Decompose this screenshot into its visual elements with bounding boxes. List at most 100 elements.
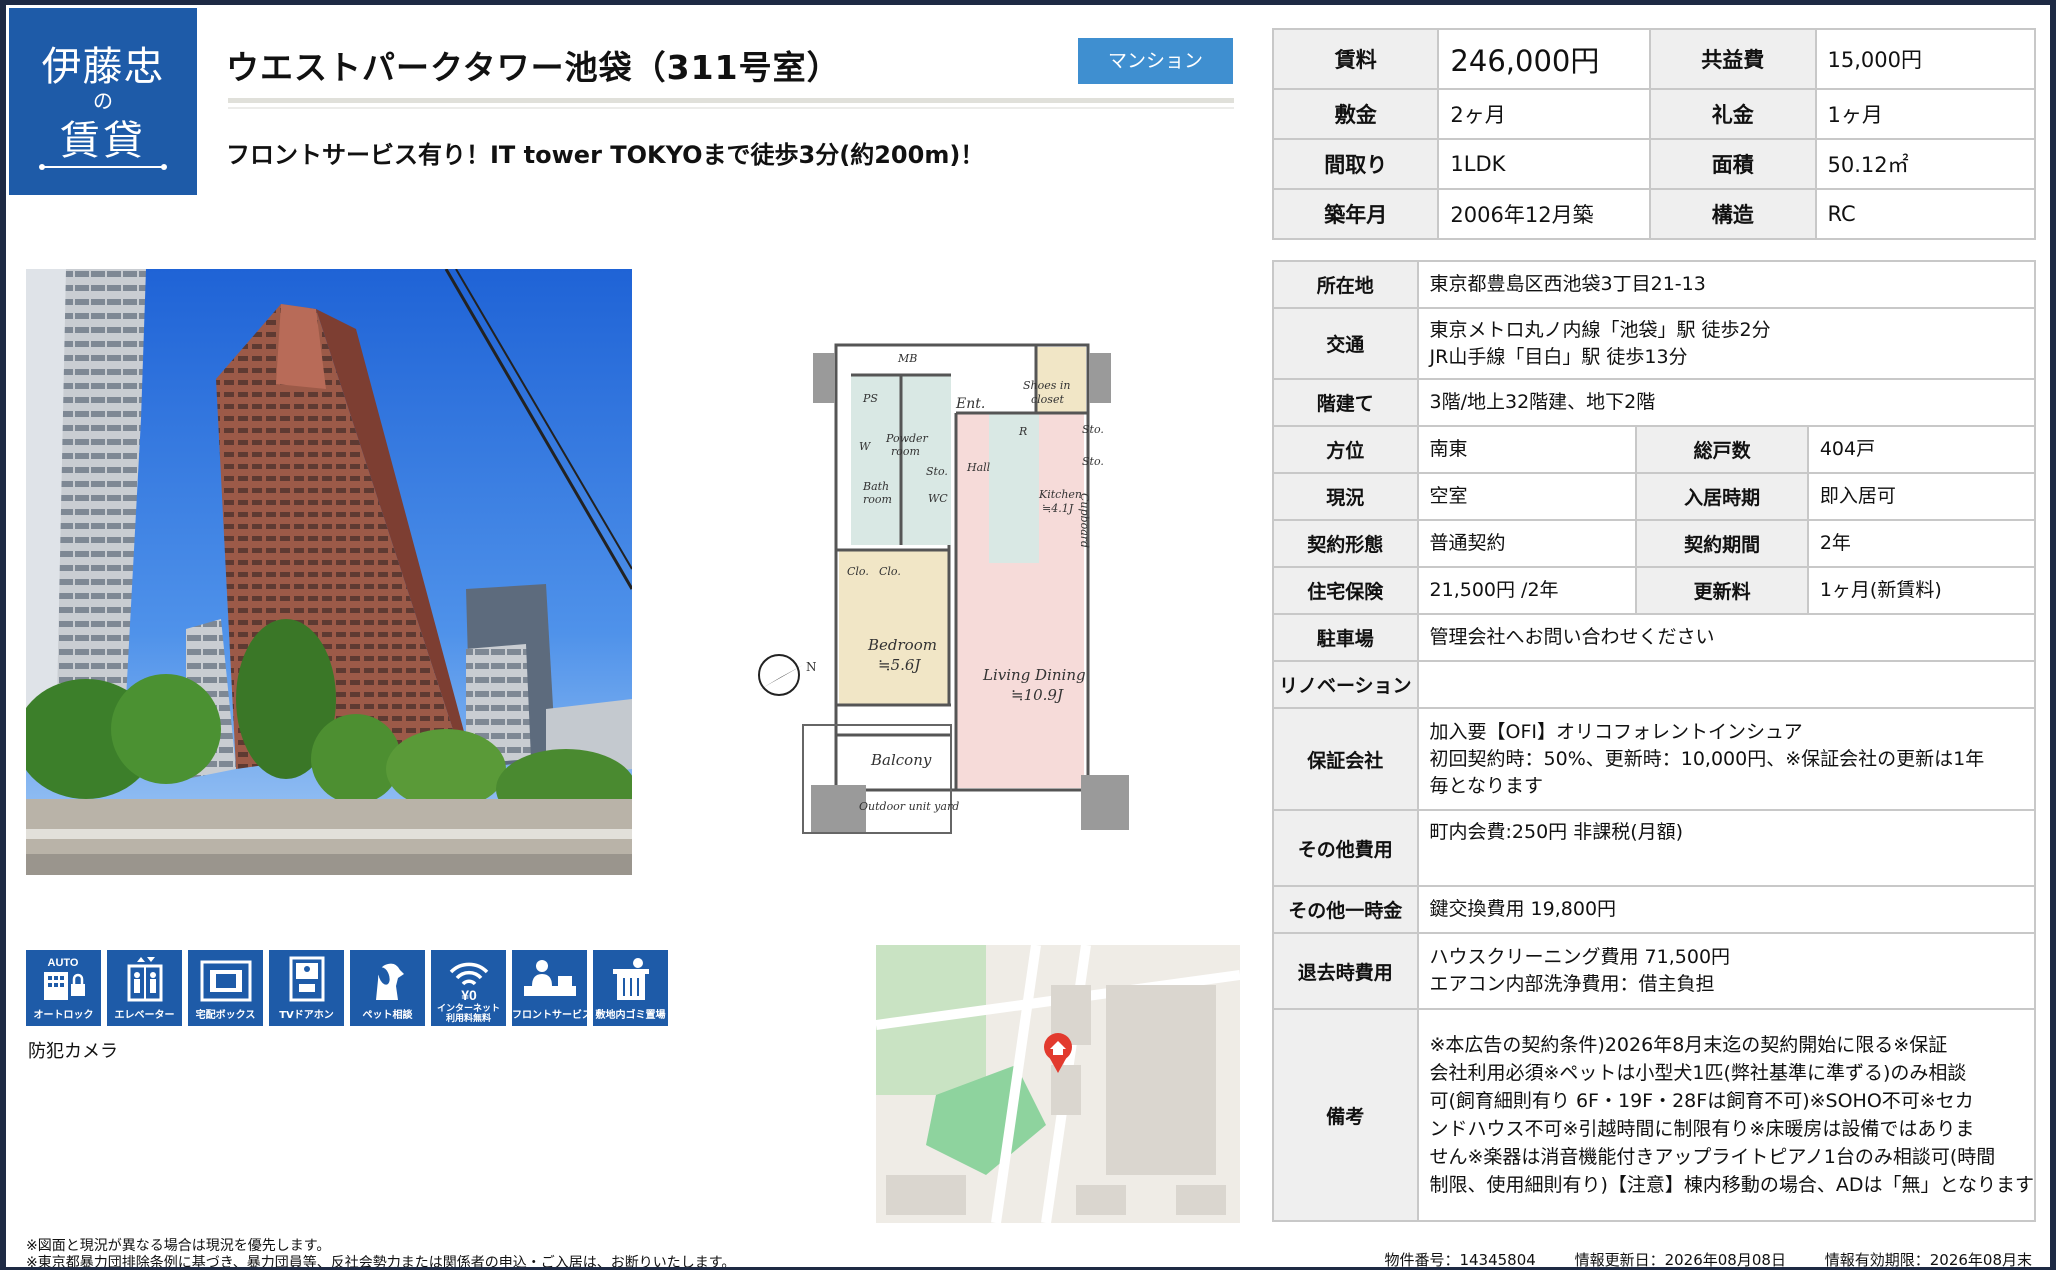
access-label: 交通 bbox=[1272, 307, 1419, 380]
common-fee-value: 15,000円 bbox=[1814, 28, 2037, 90]
remarks-value: ※本広告の契約条件)2026年8月末迄の契約開始に限る※保証 会社利用必須※ペッ… bbox=[1416, 1008, 2037, 1222]
direction-label: 方位 bbox=[1272, 425, 1419, 474]
fp-label-w: W bbox=[859, 440, 872, 453]
svg-text:AUTO: AUTO bbox=[48, 957, 79, 969]
catch-copy: フロントサービス有り！IT tower TOKYOまで徒歩3分(約200m)！ bbox=[226, 141, 985, 169]
built-label: 築年月 bbox=[1271, 188, 1440, 240]
rent-value: 246,000円 bbox=[1437, 28, 1652, 90]
svg-text:N: N bbox=[806, 660, 817, 674]
fp-label-sto1: Sto. bbox=[926, 465, 948, 478]
fp-label-r: R bbox=[1018, 425, 1027, 438]
extra-feature-text: 防犯カメラ bbox=[28, 1041, 118, 1062]
fp-label-powder: Powder bbox=[885, 432, 929, 445]
feature-internet-label-2: 利用料無料 bbox=[445, 1014, 491, 1024]
floors-label: 階建て bbox=[1272, 378, 1419, 427]
key-money-label: 礼金 bbox=[1649, 88, 1817, 140]
front-service-icon bbox=[524, 960, 576, 996]
feature-front-service: フロントサービス bbox=[512, 950, 592, 1026]
built-value: 2006年12月築 bbox=[1437, 188, 1652, 240]
fp-label-bathroom: room bbox=[863, 493, 892, 506]
remarks-line-5: せん※楽器は消音機能付きアップライトピアノ1台のみ相談可(時間 bbox=[1429, 1146, 1996, 1168]
logo-text-3: 賃貸 bbox=[60, 118, 146, 164]
fp-label-clo1: Clo. bbox=[847, 565, 869, 578]
updated-date: 情報更新日：2026年08月08日 bbox=[1574, 1251, 1786, 1267]
deposit-value: 2ヶ月 bbox=[1437, 88, 1652, 140]
feature-delivery-box: 宅配ボックス bbox=[188, 950, 263, 1026]
fp-label-kitchen-size: ≒4.1J bbox=[1042, 502, 1074, 515]
access-line-1: 東京メトロ丸ノ内線「池袋」駅 徒歩2分 bbox=[1429, 318, 1771, 341]
access-value: 東京メトロ丸ノ内線「池袋」駅 徒歩2分 JR山手線「目白」駅 徒歩13分 bbox=[1416, 307, 2037, 380]
title-divider-thin bbox=[228, 107, 1234, 109]
renovation-label: リノベーション bbox=[1272, 660, 1419, 709]
delivery-box-icon bbox=[200, 960, 252, 1002]
fp-label-living-size: ≒10.9J bbox=[1011, 686, 1064, 704]
remarks-line-4: ンドハウス不可※引越時間に制限有り※床暖房は設備ではありま bbox=[1429, 1118, 1975, 1140]
property-title: ウエストパークタワー池袋（311号室） bbox=[226, 48, 841, 87]
floors-value: 3階/地上32階建、地下2階 bbox=[1416, 378, 2037, 427]
title-divider bbox=[228, 98, 1234, 103]
renewal-value: 1ヶ月(新賃料) bbox=[1806, 566, 2037, 615]
feature-internet-free: ¥0 インターネット 利用料無料 bbox=[431, 950, 506, 1026]
move-in-value: 即入居可 bbox=[1806, 472, 2037, 521]
property-type-badge: マンション bbox=[1078, 38, 1233, 84]
contract-period-value: 2年 bbox=[1806, 519, 2037, 568]
area-label: 面積 bbox=[1649, 138, 1817, 190]
other-fees-label: その他費用 bbox=[1272, 809, 1419, 887]
renovation-value bbox=[1416, 660, 2037, 709]
pet-icon bbox=[376, 963, 404, 1000]
feature-autolock: AUTO オートロック bbox=[26, 950, 101, 1026]
summary-table: 賃料 246,000円 共益費 15,000円 敷金 2ヶ月 礼金 1ヶ月 間取… bbox=[1271, 28, 2037, 240]
contract-period-label: 契約期間 bbox=[1635, 519, 1809, 568]
tv-intercom-icon bbox=[289, 956, 325, 1002]
remarks-line-1: ※本広告の契約条件)2026年8月末迄の契約開始に限る※保証 bbox=[1429, 1034, 1948, 1056]
fp-label-mb: MB bbox=[897, 352, 917, 365]
one-time-value: 鍵交換費用 19,800円 bbox=[1416, 885, 2037, 934]
fp-label-sto3: Sto. bbox=[1082, 455, 1104, 468]
fp-label-wc: WC bbox=[928, 492, 948, 505]
logo-text-1: 伊藤忠 bbox=[41, 44, 165, 90]
insurance-value: 21,500円 /2年 bbox=[1416, 566, 1638, 615]
structure-value: RC bbox=[1814, 188, 2037, 240]
feature-tv-intercom: TVドアホン bbox=[269, 950, 344, 1026]
guarantor-value: 加入要【OFI】オリコフォレントインシュア 初回契約時：50%、更新時：10,0… bbox=[1416, 707, 2037, 811]
fp-label-ps: PS bbox=[862, 392, 878, 405]
wifi-icon: ¥0 bbox=[449, 962, 489, 1002]
autolock-icon: AUTO bbox=[44, 957, 85, 1000]
fp-label-balcony: Balcony bbox=[870, 751, 932, 769]
move-out-line-1: ハウスクリーニング費用 71,500円 bbox=[1429, 946, 1731, 968]
units-value: 404戸 bbox=[1806, 425, 2037, 474]
units-label: 総戸数 bbox=[1635, 425, 1809, 474]
fp-label-bedroom-size: ≒5.6J bbox=[878, 656, 921, 674]
fp-label-closet: closet bbox=[1031, 393, 1064, 406]
compass-icon: N bbox=[758, 654, 817, 696]
garbage-icon bbox=[613, 958, 649, 1000]
fp-label-hall: Hall bbox=[966, 461, 991, 474]
move-out-line-2: エアコン内部洗浄費用：借主負担 bbox=[1429, 973, 1715, 995]
feature-internet-label-1: インターネット bbox=[436, 1004, 500, 1014]
direction-value: 南東 bbox=[1416, 425, 1638, 474]
fp-label-kitchen: Kitchen bbox=[1038, 488, 1082, 501]
fp-label-shoes: Shoes in bbox=[1023, 379, 1071, 392]
remarks-line-6: 制限、使用細則有り)【注意】棟内移動の場合、ADは「無」となります bbox=[1429, 1174, 2034, 1196]
area-value: 50.12㎡ bbox=[1814, 138, 2037, 190]
fp-label-outdoor: Outdoor unit yard bbox=[859, 800, 959, 813]
footer-info: 物件番号：14345804 情報更新日：2026年08月08日 情報有効期限：2… bbox=[1362, 1249, 2032, 1267]
guarantor-line-2: 初回契約時：50%、更新時：10,000円、※保証会社の更新は1年 bbox=[1429, 747, 1985, 770]
valid-until: 情報有効期限：2026年08月末 bbox=[1824, 1251, 2032, 1267]
parking-label: 駐車場 bbox=[1272, 613, 1419, 662]
layout-label: 間取り bbox=[1271, 138, 1440, 190]
common-fee-label: 共益費 bbox=[1649, 28, 1817, 90]
fp-label-clo2: Clo. bbox=[879, 565, 901, 578]
remarks-line-3: 可(飼育細則有り 6F・19F・28Fは飼育不可)※SOHO不可※セカ bbox=[1429, 1090, 1974, 1112]
parking-value: 管理会社へお問い合わせください bbox=[1416, 613, 2037, 662]
status-value: 空室 bbox=[1416, 472, 1638, 521]
structure-label: 構造 bbox=[1649, 188, 1817, 240]
move-out-label: 退去時費用 bbox=[1272, 932, 1419, 1010]
building-photo bbox=[26, 269, 632, 875]
fp-label-bath: Bath bbox=[862, 480, 889, 493]
layout-value: 1LDK bbox=[1437, 138, 1652, 190]
other-fees-value: 町内会費:250円 非課税(月額) bbox=[1416, 809, 2037, 887]
footer-note-2: ※東京都暴力団排除条例に基づき、暴力団員等、反社会勢力または関係者の申込・ご入居… bbox=[26, 1255, 736, 1267]
feature-elevator: エレベーター bbox=[107, 950, 182, 1026]
listing-sheet: 伊藤忠 の 賃貸 ウエストパークタワー池袋（311号室） マンション フロントサ… bbox=[6, 5, 2050, 1267]
